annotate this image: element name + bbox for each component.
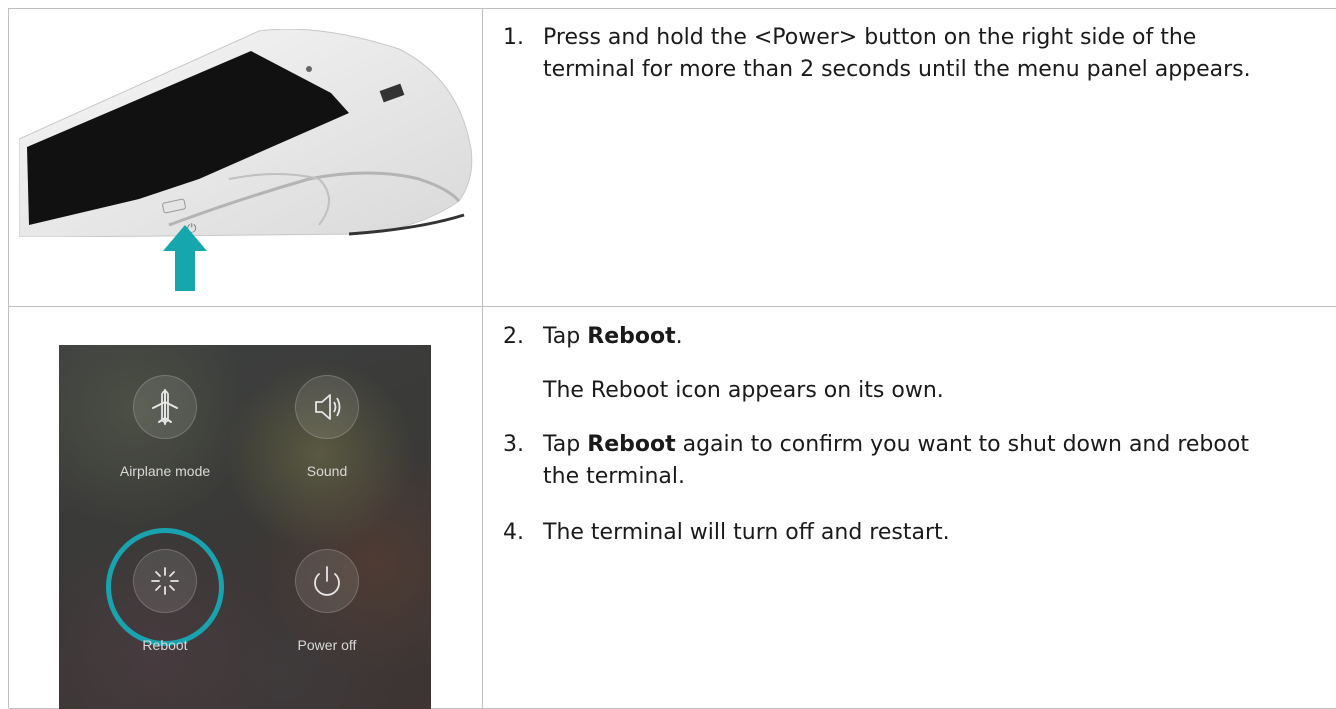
power-menu-cell: Airplane mode Sound Reboot Power off bbox=[9, 307, 483, 709]
terminal-illustration-cell: ⏻ bbox=[9, 9, 483, 307]
power-off-label: Power off bbox=[297, 637, 357, 653]
step-number: 3. bbox=[503, 432, 524, 457]
step-3-text-rest: again to confirm you want to shut down a… bbox=[675, 432, 1249, 457]
step-1-line-1: Press and hold the <Power> button on the… bbox=[543, 25, 1197, 50]
instructions-table: ⏻ 1. Press and hold the <Power> button o… bbox=[8, 8, 1336, 709]
reboot-emphasis: Reboot bbox=[587, 432, 676, 457]
step-4-text: The terminal will turn off and restart. bbox=[543, 520, 950, 545]
step-number: 2. bbox=[503, 324, 524, 349]
terminal-illustration: ⏻ bbox=[19, 29, 473, 237]
reboot-emphasis: Reboot bbox=[587, 324, 676, 349]
reboot-button[interactable] bbox=[133, 549, 197, 613]
up-arrow-icon bbox=[163, 225, 207, 291]
step-2-period: . bbox=[675, 324, 683, 349]
step-2-text: Tap bbox=[543, 324, 588, 349]
reboot-label: Reboot bbox=[142, 637, 188, 653]
step-1-cell: 1. Press and hold the <Power> button on … bbox=[483, 9, 1336, 307]
step-number: 4. bbox=[503, 520, 524, 545]
step-1-line-2: terminal for more than 2 seconds until t… bbox=[543, 57, 1251, 82]
step-number: 1. bbox=[503, 25, 524, 50]
steps-2-4-cell: 2. Tap Reboot. The Reboot icon appears o… bbox=[483, 307, 1336, 709]
reboot-note: The Reboot icon appears on its own. bbox=[543, 378, 944, 403]
power-icon bbox=[314, 566, 340, 596]
airplane-mode-label: Airplane mode bbox=[119, 463, 211, 479]
reboot-icon bbox=[151, 567, 179, 595]
sound-label: Sound bbox=[306, 463, 348, 479]
airplane-icon bbox=[152, 389, 178, 425]
sound-icon bbox=[315, 394, 341, 420]
step-3-text: Tap bbox=[543, 432, 588, 457]
power-off-button[interactable] bbox=[295, 549, 359, 613]
power-menu-screenshot: Airplane mode Sound Reboot Power off bbox=[59, 345, 431, 709]
airplane-mode-button[interactable] bbox=[133, 375, 197, 439]
step-3-line-2: the terminal. bbox=[543, 464, 685, 489]
sound-button[interactable] bbox=[295, 375, 359, 439]
